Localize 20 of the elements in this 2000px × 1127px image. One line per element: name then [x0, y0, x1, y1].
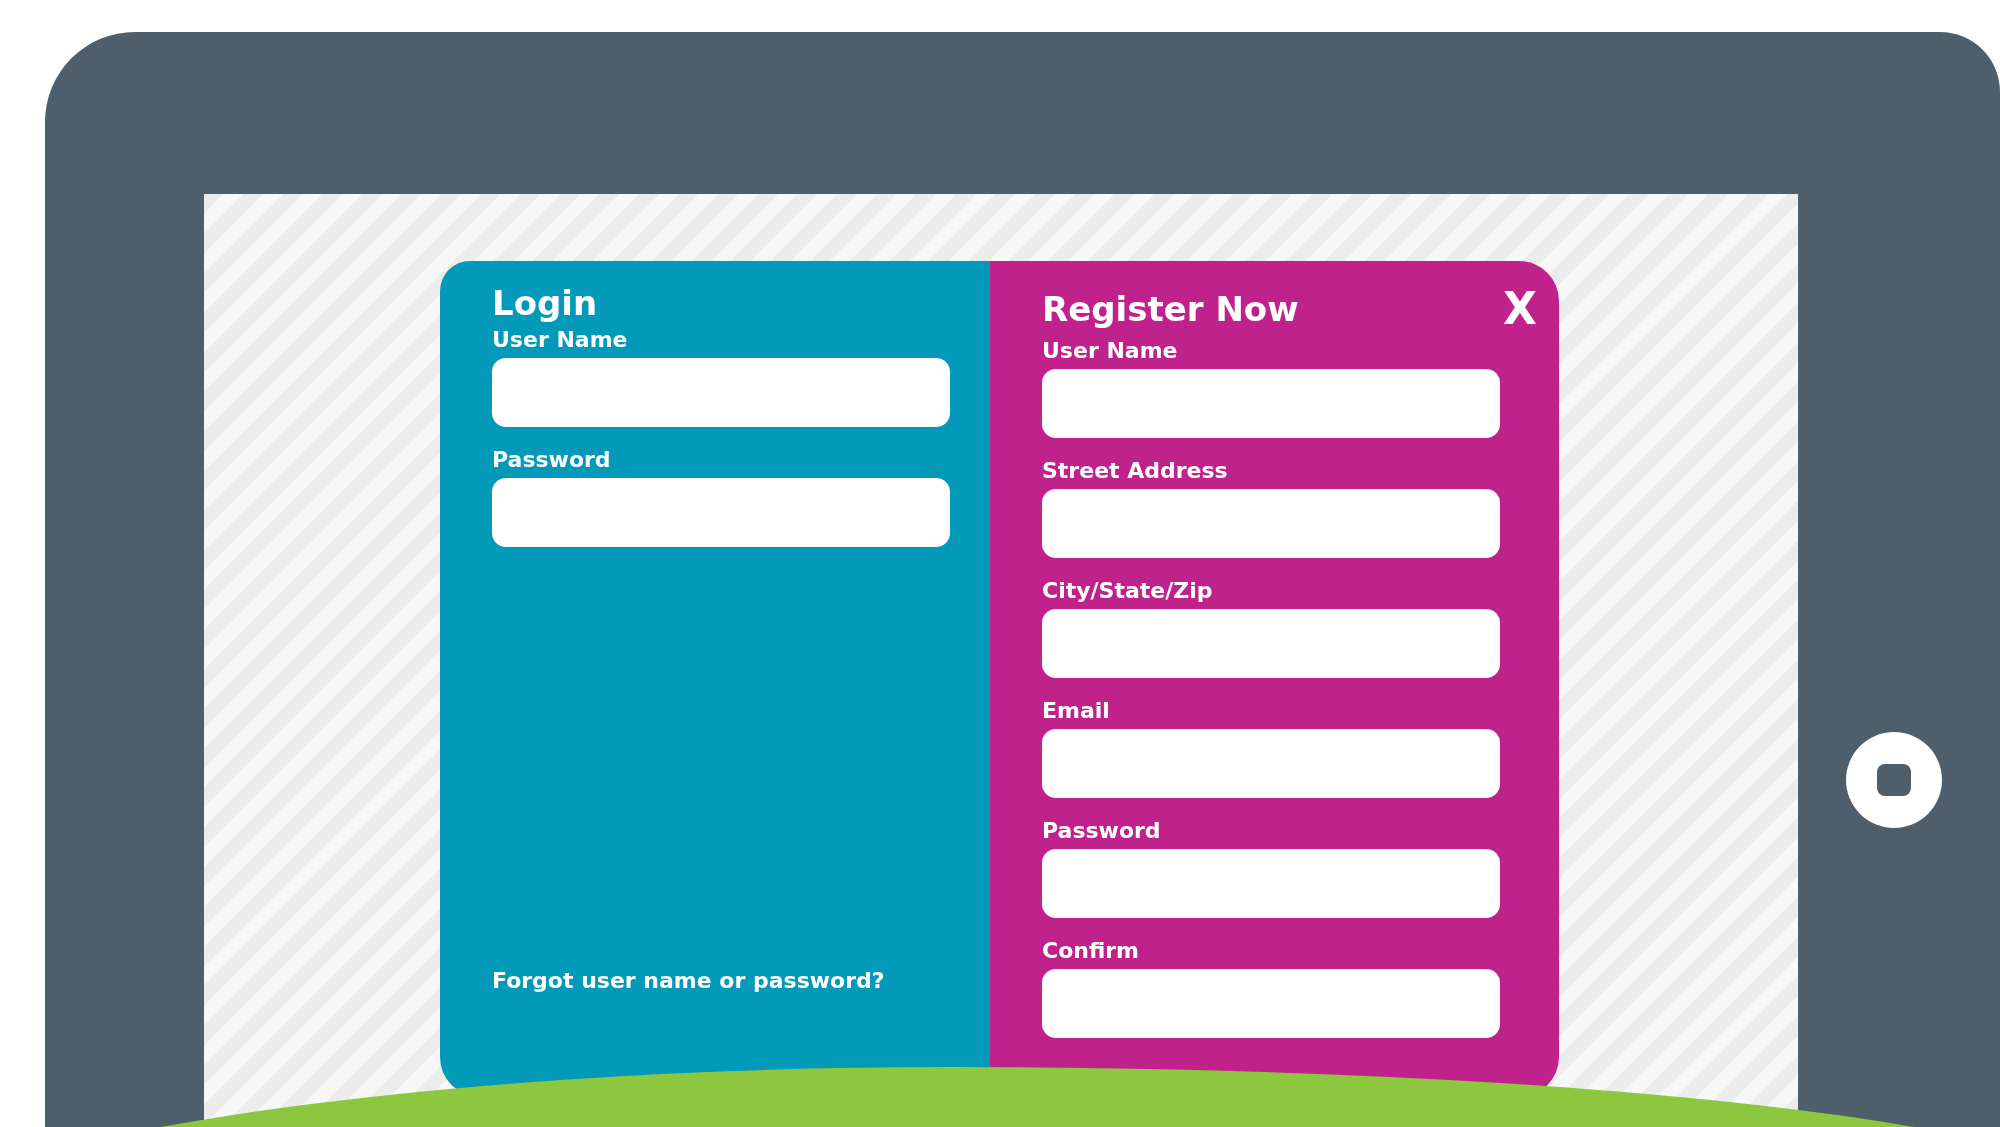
input-field[interactable]: [1042, 849, 1500, 918]
input-field[interactable]: [1042, 969, 1500, 1038]
close-button[interactable]: X: [1503, 283, 1537, 334]
field-label: Email: [1042, 698, 1111, 723]
input-field[interactable]: [1042, 609, 1500, 678]
field-label: User Name: [492, 327, 629, 352]
field-label: City/State/Zip: [1042, 578, 1214, 603]
input-field[interactable]: [1042, 729, 1500, 798]
field-label: Password: [492, 447, 612, 472]
field-label: Password: [1042, 818, 1162, 843]
field-label: Street Address: [1042, 458, 1229, 483]
input-field[interactable]: [492, 358, 950, 427]
input-field[interactable]: [1042, 489, 1500, 558]
input-field[interactable]: [1042, 369, 1500, 438]
panel-title: Login: [492, 283, 598, 323]
input-field[interactable]: [492, 478, 950, 547]
field-label: User Name: [1042, 338, 1179, 363]
panel-title: Register Now: [1042, 288, 1299, 329]
forgot-link[interactable]: Forgot user name or password?: [492, 968, 938, 993]
field-label: Confirm: [1042, 938, 1140, 963]
